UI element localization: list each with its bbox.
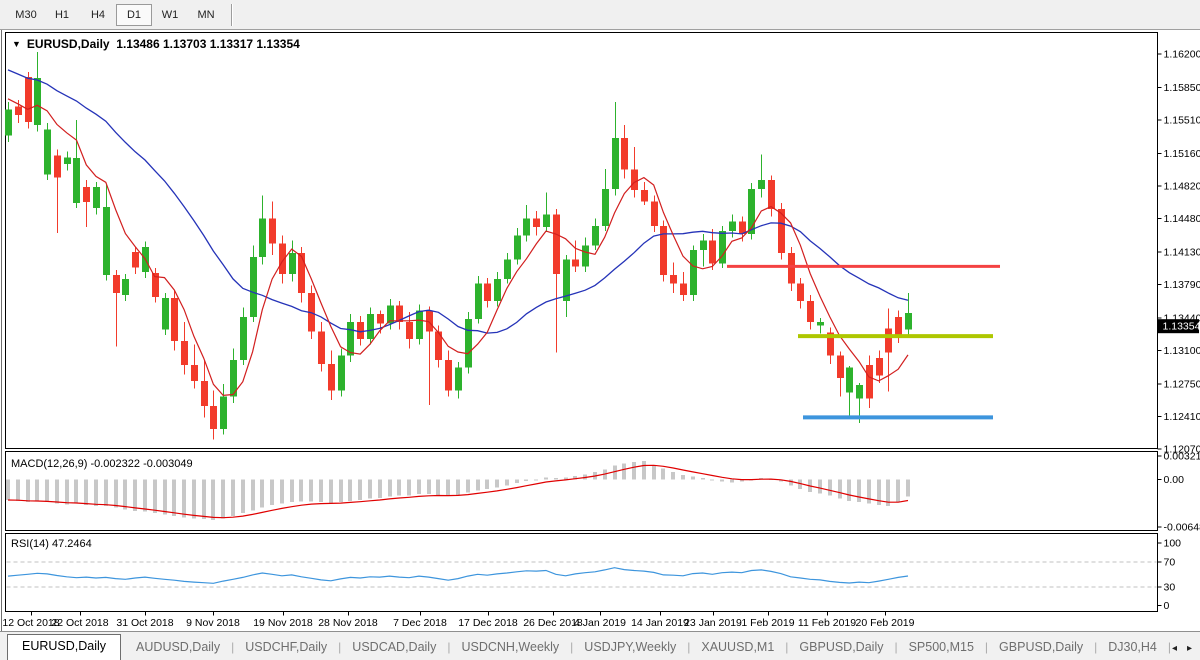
- price-scale[interactable]: 1.16200 1.15850 1.15510 1.15160 1.14820 1.144…: [1158, 49, 1200, 456]
- tab-usdcnh-weekly[interactable]: USDCNH,Weekly: [450, 636, 570, 660]
- timeframe-button-h4[interactable]: H4: [80, 4, 116, 26]
- svg-text:1.16200: 1.16200: [1164, 49, 1200, 61]
- svg-text:17 Dec 2018: 17 Dec 2018: [458, 617, 518, 629]
- indicator-scales[interactable]: 0.003216 0.00 -0.006485 100 70 30 0: [1158, 451, 1200, 613]
- tab-usdjpy-weekly[interactable]: USDJPY,Weekly: [573, 636, 687, 660]
- svg-text:0.00: 0.00: [1164, 474, 1185, 486]
- macd-indicator-label: MACD(12,26,9) -0.002322 -0.003049: [11, 458, 193, 470]
- svg-text:22 Oct 2018: 22 Oct 2018: [51, 617, 108, 629]
- svg-text:19 Nov 2018: 19 Nov 2018: [253, 617, 313, 629]
- tab-sp500-m15[interactable]: SP500,M15: [898, 636, 985, 660]
- collapse-triangle-icon[interactable]: ▼: [12, 39, 21, 49]
- chart-symbol-period: EURUSD,Daily: [27, 37, 110, 51]
- tab-eurusd-daily[interactable]: EURUSD,Daily: [7, 634, 121, 660]
- current-price-box: 1.13354: [1157, 319, 1200, 333]
- tab-scroll-right-icon[interactable]: ▸: [1187, 643, 1192, 654]
- timeframe-button-h1[interactable]: H1: [44, 4, 80, 26]
- svg-text:23 Jan 2019: 23 Jan 2019: [684, 617, 742, 629]
- timeframe-button-mn[interactable]: MN: [188, 4, 224, 26]
- tab-audusd-daily[interactable]: AUDUSD,Daily: [125, 636, 231, 660]
- svg-text:1.15510: 1.15510: [1164, 114, 1200, 126]
- date-scale[interactable]: 12 Oct 201822 Oct 201831 Oct 20189 Nov 2…: [2, 612, 914, 630]
- svg-text:1.12410: 1.12410: [1164, 411, 1200, 423]
- svg-text:11 Feb 2019: 11 Feb 2019: [798, 617, 856, 629]
- tab-usdcad-daily[interactable]: USDCAD,Daily: [341, 636, 447, 660]
- svg-text:30: 30: [1164, 581, 1176, 593]
- svg-text:1.13100: 1.13100: [1164, 345, 1200, 357]
- svg-text:1.13790: 1.13790: [1164, 279, 1200, 291]
- svg-text:100: 100: [1164, 538, 1182, 550]
- rsi-grid: [7, 562, 1157, 587]
- candlestick-series: [5, 52, 912, 439]
- rsi-line: [8, 568, 908, 584]
- svg-text:1.13354: 1.13354: [1163, 321, 1200, 333]
- toolbar-separator: [231, 4, 233, 26]
- svg-text:1.14130: 1.14130: [1164, 246, 1200, 258]
- tab-usdchf-daily[interactable]: USDCHF,Daily: [234, 636, 338, 660]
- timeframe-button-w1[interactable]: W1: [152, 4, 188, 26]
- svg-text:14 Jan 2019: 14 Jan 2019: [631, 617, 689, 629]
- chart-ohlc-readout: 1.13486 1.13703 1.13317 1.13354: [116, 37, 300, 51]
- svg-text:4 Jan 2019: 4 Jan 2019: [574, 617, 626, 629]
- svg-text:0: 0: [1164, 600, 1170, 612]
- svg-text:7 Dec 2018: 7 Dec 2018: [393, 617, 447, 629]
- svg-text:1.15160: 1.15160: [1164, 148, 1200, 160]
- timeframe-buttons: M30H1H4D1W1MN: [8, 4, 240, 26]
- chart-title: ▼ EURUSD,Daily 1.13486 1.13703 1.13317 1.…: [12, 37, 300, 51]
- svg-text:0.003216: 0.003216: [1164, 451, 1200, 463]
- svg-text:1 Feb 2019: 1 Feb 2019: [741, 617, 794, 629]
- macd-histogram: [6, 461, 910, 520]
- chart-canvas[interactable]: 1.16200 1.15850 1.15510 1.15160 1.14820 1.144…: [0, 30, 1200, 631]
- chart-window: 1.16200 1.15850 1.15510 1.15160 1.14820 1.144…: [0, 30, 1200, 631]
- svg-text:1.15850: 1.15850: [1164, 82, 1200, 94]
- tab-dj30-h4[interactable]: DJ30,H4: [1097, 636, 1168, 660]
- svg-text:1.12750: 1.12750: [1164, 378, 1200, 390]
- svg-text:1.14480: 1.14480: [1164, 213, 1200, 225]
- tab-gbpusd-daily[interactable]: GBPUSD,Daily: [988, 636, 1094, 660]
- timeframe-button-d1[interactable]: D1: [116, 4, 152, 26]
- chart-tab-bar: EURUSD,DailyAUDUSD,Daily|USDCHF,Daily|US…: [0, 631, 1200, 660]
- svg-text:1.14820: 1.14820: [1164, 180, 1200, 192]
- svg-text:70: 70: [1164, 556, 1176, 568]
- timeframe-button-m30[interactable]: M30: [8, 4, 44, 26]
- timeframe-toolbar: M30H1H4D1W1MN: [0, 0, 1200, 30]
- tab-scroll-left-icon[interactable]: ◂: [1172, 643, 1177, 654]
- svg-text:-0.006485: -0.006485: [1164, 522, 1200, 534]
- svg-text:31 Oct 2018: 31 Oct 2018: [116, 617, 173, 629]
- chart-tabs: EURUSD,DailyAUDUSD,Daily|USDCHF,Daily|US…: [0, 632, 1172, 660]
- tab-gbpusd-daily[interactable]: GBPUSD,Daily: [788, 636, 894, 660]
- ma-fast-line: [8, 99, 908, 396]
- rsi-indicator-label: RSI(14) 47.2464: [11, 538, 92, 550]
- svg-text:28 Nov 2018: 28 Nov 2018: [318, 617, 378, 629]
- level-lines[interactable]: [727, 266, 1000, 417]
- svg-text:9 Nov 2018: 9 Nov 2018: [186, 617, 240, 629]
- svg-text:20 Feb 2019: 20 Feb 2019: [856, 617, 915, 629]
- tab-xauusd-m1[interactable]: XAUUSD,M1: [690, 636, 785, 660]
- tab-scroll-arrows: ◂ ▸: [1172, 643, 1200, 660]
